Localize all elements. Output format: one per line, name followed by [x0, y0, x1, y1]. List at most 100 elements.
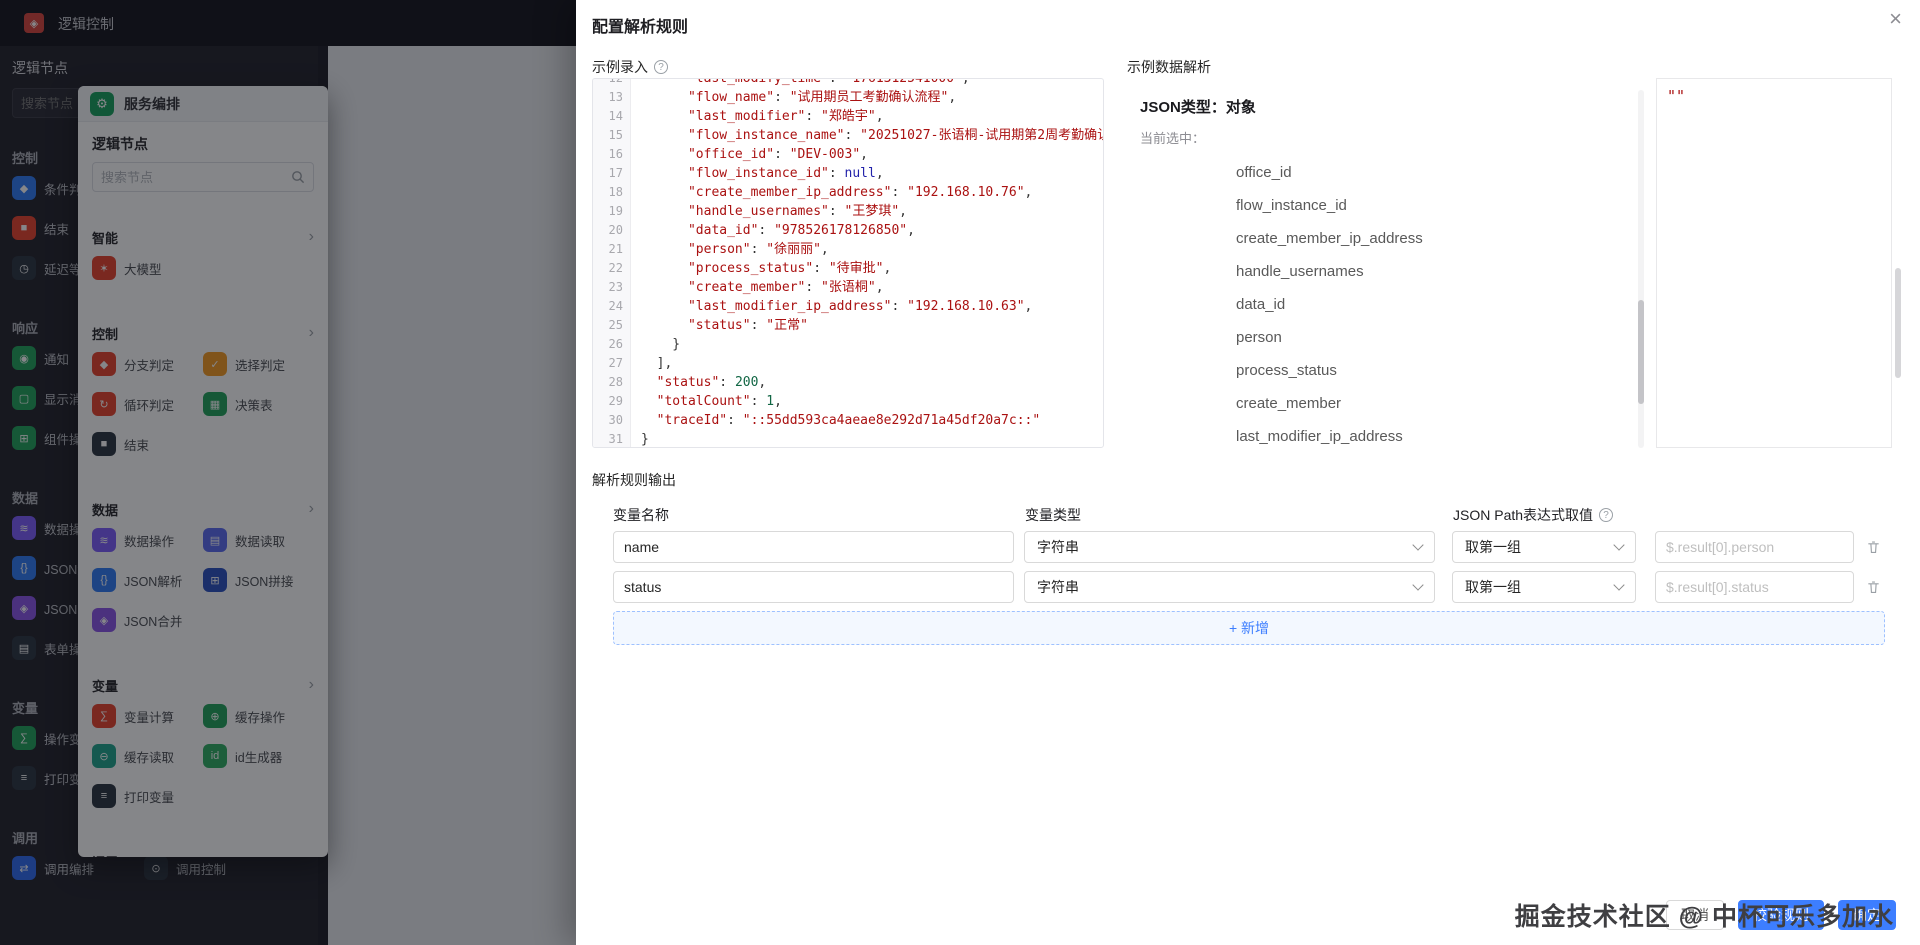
code-line: "status": 200,	[641, 373, 1103, 392]
select-value: 取第一组	[1465, 577, 1521, 597]
sample-input-label-text: 示例录入	[592, 57, 648, 77]
modal-overlay	[0, 0, 576, 945]
line-number: 24	[593, 297, 630, 316]
rule-row: 字符串 取第一组	[613, 531, 1885, 563]
code-line: ],	[641, 354, 1103, 373]
variable-type-select[interactable]: 字符串	[1024, 531, 1435, 563]
watermark: 掘金技术社区 @ 中杯可乐多加水	[1515, 897, 1894, 933]
select-value: 取第一组	[1465, 537, 1521, 557]
code-line: "status": "正常"	[641, 316, 1103, 335]
output-rules-label: 解析规则输出	[592, 470, 676, 490]
select-value: 字符串	[1037, 537, 1079, 557]
column-header-json-path: JSON Path表达式取值	[1453, 505, 1613, 525]
line-number: 26	[593, 335, 630, 354]
json-field-item[interactable]: flow_instance_id	[1140, 189, 1632, 222]
variable-name-input[interactable]	[613, 531, 1014, 563]
delete-row-button[interactable]	[1866, 571, 1881, 603]
column-header-variable-type: 变量类型	[1025, 505, 1081, 525]
json-type-label: JSON类型：	[1140, 99, 1226, 116]
line-number: 30	[593, 411, 630, 430]
code-line: "flow_instance_id": null,	[641, 164, 1103, 183]
chevron-down-icon	[1613, 539, 1624, 550]
editor-scrollbar[interactable]	[1895, 268, 1901, 378]
line-number: 23	[593, 278, 630, 297]
chevron-down-icon	[1412, 539, 1423, 550]
screen: ◈ 逻辑控制 逻辑节点 控制◆条件判定■结束◷延迟等待响应◉通知▢显示消息⊞组件…	[0, 0, 1920, 945]
line-number: 31	[593, 430, 630, 447]
code-line: "process_status": "待审批",	[641, 259, 1103, 278]
line-number: 21	[593, 240, 630, 259]
line-number: 22	[593, 259, 630, 278]
line-number: 13	[593, 88, 630, 107]
chevron-down-icon	[1613, 579, 1624, 590]
field-list-scrollbar[interactable]	[1638, 300, 1644, 404]
json-field-item[interactable]: handle_usernames	[1140, 255, 1632, 288]
json-field-item[interactable]: office_id	[1140, 156, 1632, 189]
close-icon[interactable]: ×	[1889, 8, 1902, 30]
code-line: "flow_instance_name": "20251027-张语桐-试用期第…	[641, 126, 1103, 145]
variable-type-select[interactable]: 字符串	[1024, 571, 1435, 603]
sample-input-label: 示例录入	[592, 57, 668, 77]
chevron-down-icon	[1412, 579, 1423, 590]
code-line: "flow_name": "试用期员工考勤确认流程",	[641, 88, 1103, 107]
code-line: "totalCount": 1,	[641, 392, 1103, 411]
editor-gutter: 1213141516171819202122232425262728293031	[593, 79, 631, 447]
line-number: 25	[593, 316, 630, 335]
code-line: "last_modifier_ip_address": "192.168.10.…	[641, 297, 1103, 316]
code-line: }	[641, 335, 1103, 354]
json-field-item[interactable]: process_status	[1140, 354, 1632, 387]
variable-name-input[interactable]	[613, 571, 1014, 603]
code-line: "office_id": "DEV-003",	[641, 145, 1103, 164]
line-number: 14	[593, 107, 630, 126]
modal-title: 配置解析规则	[592, 13, 688, 37]
current-selection-label: 当前选中：	[1140, 128, 1205, 147]
line-number: 15	[593, 126, 630, 145]
column-header-variable-name: 变量名称	[613, 505, 669, 525]
line-number: 28	[593, 373, 630, 392]
json-type-value: 对象	[1226, 99, 1256, 116]
line-number: 19	[593, 202, 630, 221]
json-sample-editor[interactable]: 1213141516171819202122232425262728293031…	[592, 78, 1104, 448]
line-number: 20	[593, 221, 630, 240]
json-field-item[interactable]: person	[1140, 321, 1632, 354]
add-rule-button[interactable]: + 新增	[613, 611, 1885, 645]
line-number: 27	[593, 354, 630, 373]
json-field-item[interactable]: last_modifier_ip_address	[1140, 420, 1632, 450]
code-line: "create_member": "张语桐",	[641, 278, 1103, 297]
value-group-select[interactable]: 取第一组	[1452, 571, 1636, 603]
selected-value-preview: ""	[1657, 79, 1891, 113]
rule-rows: 字符串取第一组字符串取第一组	[613, 531, 1885, 611]
parse-result-label-text: 示例数据解析	[1127, 57, 1211, 77]
editor-code[interactable]: "last_modify_time": "1761312541000", "fl…	[631, 79, 1103, 447]
line-number: 16	[593, 145, 630, 164]
code-line: }	[641, 430, 1103, 447]
value-group-select[interactable]: 取第一组	[1452, 531, 1636, 563]
value-preview-panel: ""	[1656, 78, 1892, 448]
info-icon	[1599, 508, 1613, 522]
json-field-item[interactable]: create_member_ip_address	[1140, 222, 1632, 255]
delete-row-button[interactable]	[1866, 531, 1881, 563]
code-line: "handle_usernames": "王梦琪",	[641, 202, 1103, 221]
code-line: "data_id": "978526178126850",	[641, 221, 1103, 240]
code-line: "person": "徐丽丽",	[641, 240, 1103, 259]
line-number: 12	[593, 79, 630, 88]
rule-row: 字符串 取第一组	[613, 571, 1885, 603]
info-icon	[654, 60, 668, 74]
parse-result-label: 示例数据解析	[1127, 57, 1211, 77]
json-type-line: JSON类型：对象	[1140, 96, 1256, 117]
parse-rule-modal: 配置解析规则 × 示例录入 12131415161718192021222324…	[576, 0, 1920, 945]
code-line: "last_modify_time": "1761312541000",	[641, 79, 1103, 88]
json-field-item[interactable]: create_member	[1140, 387, 1632, 420]
line-number: 29	[593, 392, 630, 411]
line-number: 18	[593, 183, 630, 202]
json-field-item[interactable]: data_id	[1140, 288, 1632, 321]
json-field-list: office_idflow_instance_idcreate_member_i…	[1140, 156, 1632, 450]
line-number: 17	[593, 164, 630, 183]
select-value: 字符串	[1037, 577, 1079, 597]
json-path-input[interactable]	[1655, 531, 1854, 563]
column-header-json-path-text: JSON Path表达式取值	[1453, 505, 1593, 525]
json-path-input[interactable]	[1655, 571, 1854, 603]
code-line: "traceId": "::55dd593ca4aeae8e292d71a45d…	[641, 411, 1103, 430]
code-line: "create_member_ip_address": "192.168.10.…	[641, 183, 1103, 202]
code-line: "last_modifier": "郑皓宇",	[641, 107, 1103, 126]
